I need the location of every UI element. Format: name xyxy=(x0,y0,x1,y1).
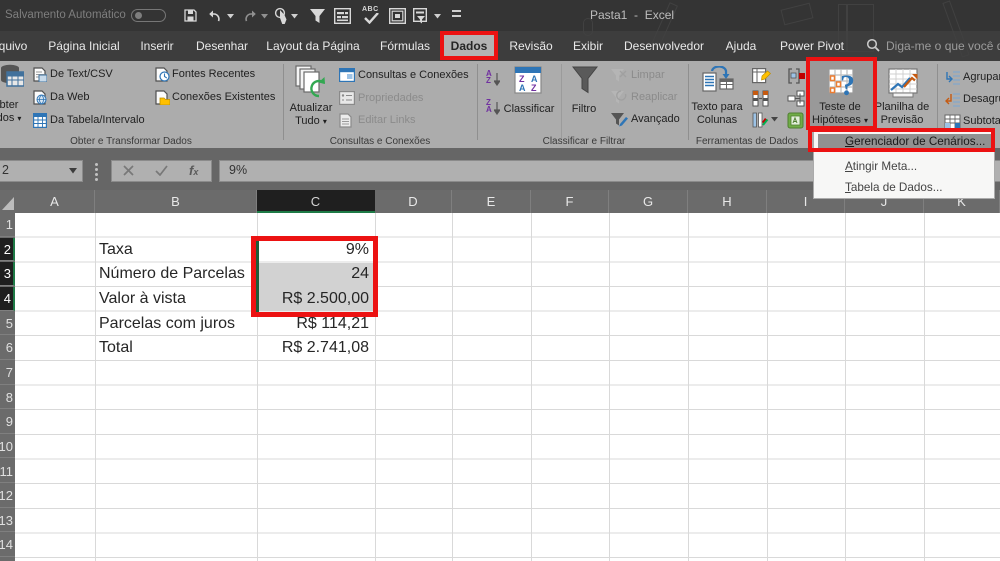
svg-text:Z: Z xyxy=(531,83,537,93)
svg-text:A: A xyxy=(519,83,526,93)
